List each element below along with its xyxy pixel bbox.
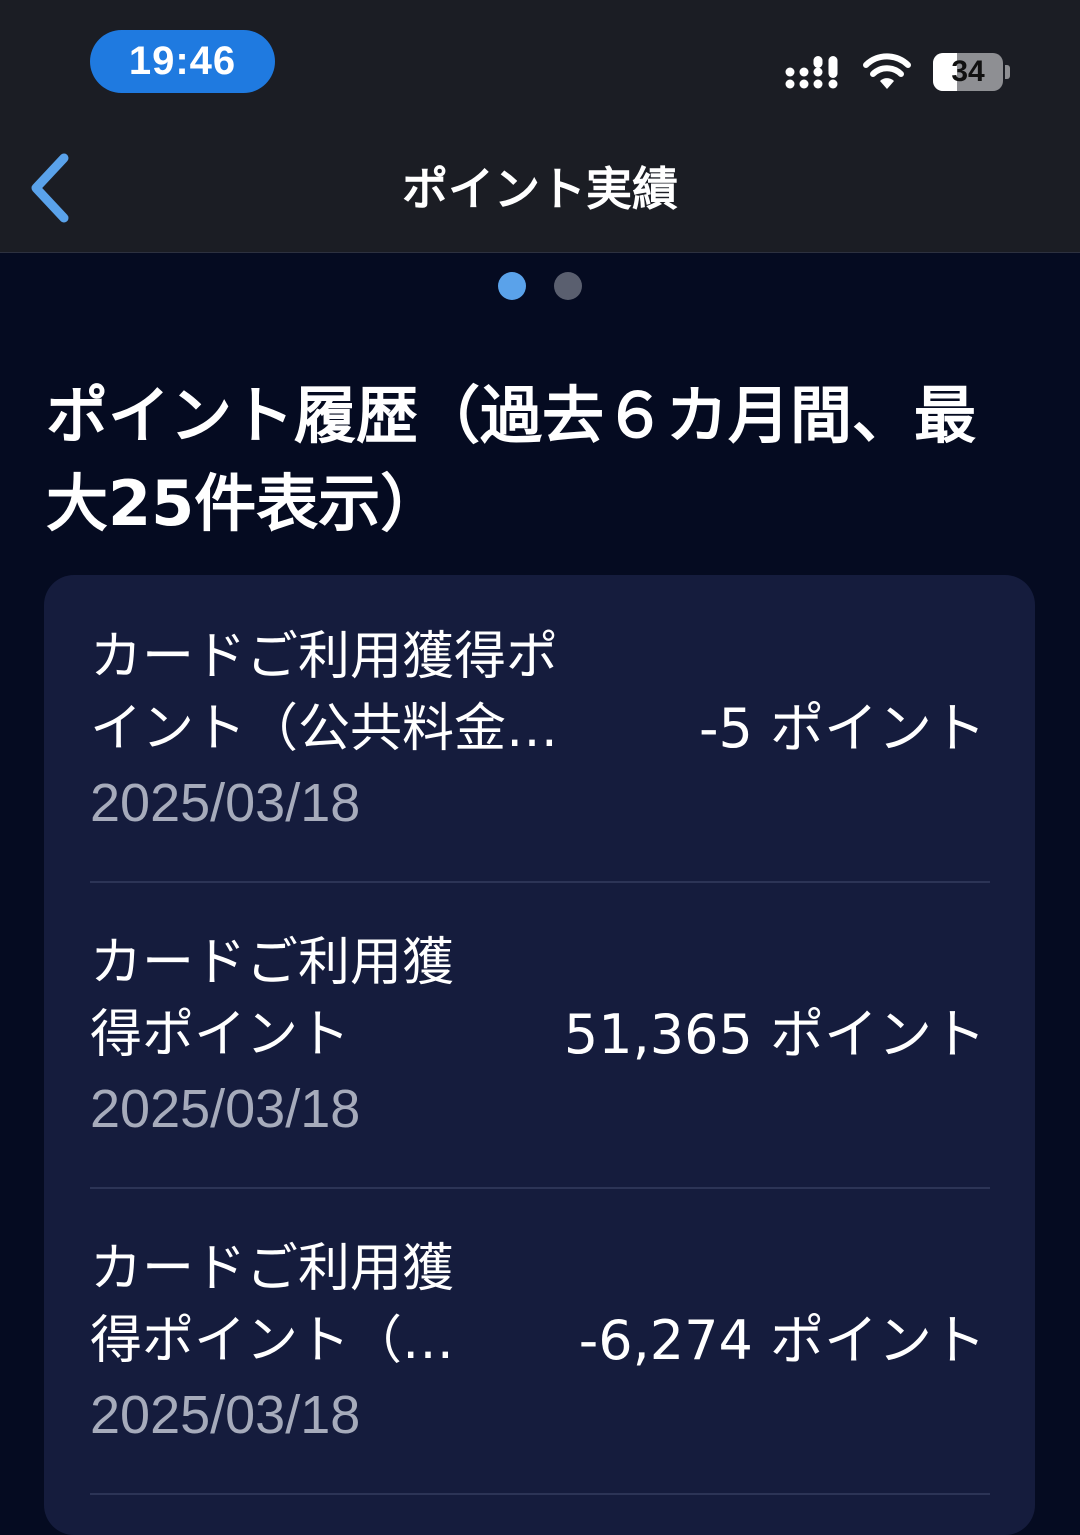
history-label: カードご利用獲 得ポイント	[90, 933, 455, 1065]
history-amount: -6,274 ポイント	[578, 1309, 986, 1372]
page-dot-1[interactable]	[498, 272, 526, 300]
nav-bar: ポイント実績	[0, 130, 1080, 253]
status-time[interactable]: 19:46	[90, 30, 275, 93]
battery-icon: 34	[933, 53, 1003, 91]
page-title: ポイント実績	[402, 162, 678, 216]
points-history-card: カードご利用獲得ポ イント（公共料金… -5 ポイント 2025/03/18 カ…	[44, 575, 1035, 1535]
page-indicator[interactable]	[0, 272, 1080, 300]
history-row[interactable]: カードご利用獲 得ポイント（… -6,274 ポイント 2025/03/18	[90, 1187, 990, 1495]
history-row[interactable]: カードご利用獲得ポ イント（公共料金… -5 ポイント 2025/03/18	[90, 575, 990, 883]
status-bar: 19:46 34	[0, 0, 1080, 130]
section-title: ポイント履歴（過去６カ月間、最大25件表示）	[46, 379, 977, 540]
history-amount: -5 ポイント	[698, 697, 986, 760]
history-row[interactable]: カードご利用獲 得ポイント 51,365 ポイント 2025/03/18	[90, 881, 990, 1189]
history-label: カードご利用獲 得ポイント（…	[90, 1239, 455, 1371]
wifi-icon	[863, 53, 911, 89]
page-dot-2[interactable]	[554, 272, 582, 300]
history-date: 2025/03/18	[90, 1385, 361, 1445]
battery-percent: 34	[951, 55, 985, 88]
history-date: 2025/03/18	[90, 773, 361, 833]
battery-nub	[1005, 65, 1010, 79]
history-amount: 51,365 ポイント	[563, 1003, 986, 1066]
history-label: カードご利用獲得ポ イント（公共料金…	[90, 627, 559, 759]
signal-icon	[785, 56, 838, 89]
history-date: 2025/03/18	[90, 1079, 361, 1139]
status-icons: 34	[785, 50, 1010, 94]
